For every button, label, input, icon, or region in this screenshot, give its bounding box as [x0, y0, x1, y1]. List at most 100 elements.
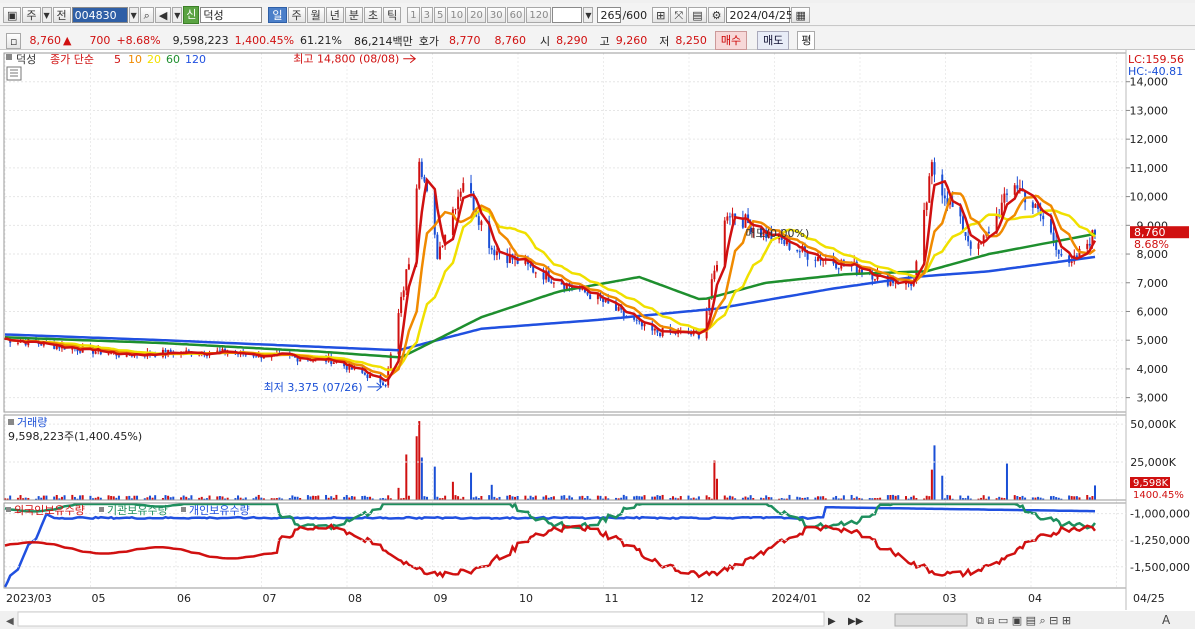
chevron-down-icon[interactable]: ▼ [128, 7, 139, 23]
ma-legend-5: 5 [114, 53, 121, 66]
tab-period-6[interactable]: 틱 [383, 7, 402, 23]
prev-button[interactable]: 전 [52, 7, 71, 23]
candle-body-125 [457, 196, 460, 210]
volume-info: 9,598,223주(1,400.45%) [8, 430, 142, 443]
candle-body-32 [117, 355, 120, 357]
volume-bar-47 [172, 496, 175, 500]
x-tick-label-6: 10 [519, 592, 533, 605]
volume-bar-233 [850, 494, 853, 500]
gear-icon[interactable]: ⚙ [707, 7, 726, 23]
stock-name-field[interactable]: 덕성 [200, 7, 263, 23]
candle-body-28 [107, 353, 110, 355]
volume-bar-30 [112, 496, 115, 500]
tab-period-3[interactable]: 년 [325, 7, 344, 23]
volume-bar-49 [182, 495, 185, 500]
tab-period-2[interactable]: 월 [306, 7, 325, 23]
toolbar-icons[interactable]: ⧉ ⧈ ▭ ▣ ▤ ⌕ ⊟ ⊞ [976, 614, 1071, 627]
fast-forward-icon[interactable]: ▶▶ [848, 616, 864, 627]
volume-bar-79 [291, 495, 294, 500]
tab-minute-1[interactable]: 1 [407, 7, 420, 23]
tab-minute-3[interactable]: 3 [420, 7, 434, 23]
minute-custom-input[interactable] [552, 7, 583, 23]
volume-value: 9,598,223 [172, 34, 229, 47]
volume-bar-226 [822, 496, 825, 500]
x-tick-label-0: 2023/03 [6, 592, 52, 605]
tab-period-1[interactable]: 주 [287, 7, 306, 23]
buy-button[interactable]: 매수 [714, 31, 748, 50]
candle-body-147 [534, 272, 537, 274]
zoom-slider[interactable] [894, 613, 968, 627]
scrollbar[interactable]: ◀ ▶ ▶▶ ⧉ ⧈ ▭ ▣ ▤ ⌕ ⊟ ⊞ A [0, 611, 1195, 629]
candle-body-131 [477, 216, 480, 225]
current-price: 8,760 [29, 34, 61, 47]
save-icon[interactable]: ▤ [688, 7, 707, 23]
low-price: 8,250 [675, 34, 707, 47]
scroll-right-icon[interactable]: ▶ [828, 616, 836, 627]
candle-body-120 [438, 246, 441, 259]
volume-bar-94 [345, 495, 348, 500]
grid-icon[interactable]: ⊞ [652, 7, 670, 23]
volume-bar-163 [596, 495, 599, 500]
volume-bar-13 [53, 496, 56, 500]
volume-bar-225 [819, 496, 822, 500]
volume-bar-21 [79, 495, 82, 500]
candle-body-100 [366, 374, 369, 379]
candle-body-236 [858, 269, 861, 273]
volume-bar-14 [55, 494, 58, 500]
speaker-icon[interactable]: ◀ [154, 7, 172, 23]
chevron-down-icon[interactable]: ▼ [41, 7, 52, 23]
volume-bar-118 [433, 466, 436, 500]
candle-body-105 [384, 385, 387, 387]
tab-minute-30[interactable]: 30 [486, 7, 506, 23]
crosshair-icon[interactable]: ⤧ [670, 7, 688, 23]
volume-bar-138 [506, 495, 509, 500]
volume-bar-125 [457, 496, 460, 500]
tab-minute-5[interactable]: 5 [434, 7, 447, 23]
volume-bar-128 [470, 472, 473, 500]
candle-body-278 [1013, 185, 1016, 195]
ma-legend-120: 120 [185, 53, 206, 66]
date-input[interactable]: 2024/04/25 [726, 7, 793, 23]
stock-code-input[interactable]: 004830 [71, 7, 128, 23]
volume-bar-133 [488, 495, 491, 500]
volume-bar-193 [705, 495, 708, 500]
volume-bar-84 [309, 496, 312, 500]
scroll-left-icon[interactable]: ◀ [6, 616, 14, 627]
chart-type-select[interactable]: 주 [22, 7, 41, 23]
tab-minute-20[interactable]: 20 [467, 7, 486, 23]
tab-period-5[interactable]: 초 [364, 7, 383, 23]
tab-minute-10[interactable]: 10 [447, 7, 467, 23]
volume-bar-154 [563, 495, 566, 500]
open-price: 8,290 [556, 34, 588, 47]
count-input[interactable]: 265 [597, 7, 622, 23]
text-tool-icon[interactable]: A [1162, 613, 1171, 627]
volume-bar-11 [42, 495, 45, 500]
candle-body-69 [255, 356, 258, 358]
window-icon[interactable]: ▣ [3, 7, 22, 23]
volume-bar-28 [107, 495, 110, 500]
volume-bar-90 [330, 496, 333, 500]
candle-body-104 [382, 382, 385, 386]
volume-bar-204 [744, 496, 747, 500]
stock-chart[interactable]: 덕성 종가 단순 5 10 20 60 120 LC:159.56 HC:-40.81 … [0, 50, 1195, 629]
chevron-down-icon[interactable]: ▼ [172, 7, 183, 23]
candle-body-109 [400, 296, 403, 314]
eval-button[interactable]: 평 [797, 31, 816, 50]
volume-bar-2 [9, 495, 12, 500]
volume-bar-201 [731, 496, 734, 500]
volume-bar-124 [454, 495, 457, 500]
tab-period-0[interactable]: 일 [268, 7, 287, 23]
window-icon[interactable]: ▫ [6, 32, 22, 49]
chart-stock-name: 덕성 [16, 53, 36, 66]
sell-button[interactable]: 매도 [757, 31, 790, 50]
volume-bar-184 [671, 496, 674, 500]
tab-minute-120[interactable]: 120 [526, 7, 552, 23]
volume-bar-294 [1070, 496, 1073, 500]
search-icon[interactable]: ⌕ [139, 7, 154, 23]
volume-bar-96 [350, 496, 353, 500]
volume-bar-270 [982, 495, 985, 500]
tab-minute-60[interactable]: 60 [506, 7, 526, 23]
calendar-icon[interactable]: ▦ [791, 7, 810, 23]
tab-period-4[interactable]: 분 [344, 7, 364, 23]
chevron-down-icon[interactable]: ▼ [583, 7, 594, 23]
